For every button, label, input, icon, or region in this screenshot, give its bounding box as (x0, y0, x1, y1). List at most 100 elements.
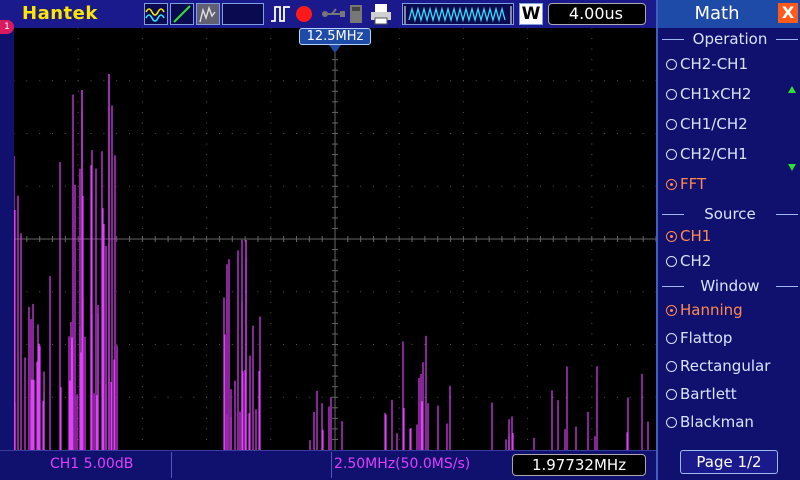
operation-option-ch1-div-ch2[interactable]: CH1/CH2 (666, 115, 748, 133)
grid-dot (77, 375, 79, 377)
grid-dot (398, 291, 400, 293)
window-option-hanning[interactable]: Hanning (666, 301, 743, 319)
grid-dot (578, 185, 580, 187)
grid-dot (616, 291, 618, 293)
grid-dot (270, 185, 272, 187)
grid-dot (206, 407, 208, 409)
radio-icon (666, 389, 677, 400)
grid-dot (77, 28, 79, 29)
grid-dot (462, 291, 464, 293)
radio-icon (666, 256, 677, 267)
grid-dot (270, 122, 272, 124)
grid-dot (527, 270, 529, 272)
grid-dot (437, 185, 439, 187)
grid-dot (398, 375, 400, 377)
grid-dot (206, 154, 208, 156)
grid-dot (283, 185, 285, 187)
center-frequency-marker[interactable]: 12.5MHz (299, 28, 371, 45)
top-status-bar: Hantek W 4.00us (0, 0, 656, 28)
grid-dot (206, 164, 208, 166)
grid-dot (77, 101, 79, 103)
grid-dot (565, 344, 567, 345)
grid-dot (141, 365, 143, 367)
grid-dot (398, 344, 400, 345)
grid-dot (398, 48, 400, 50)
grid-dot (398, 175, 400, 177)
grid-dot (501, 185, 503, 187)
grid-dot (629, 185, 631, 187)
grid-dot (462, 185, 464, 187)
grid-dot (629, 396, 631, 398)
grid-dot (141, 90, 143, 92)
status-divider (331, 452, 332, 478)
grid-dot (244, 133, 246, 134)
grid-dot (462, 101, 464, 103)
grid-dot (26, 185, 28, 187)
grid-dot (77, 396, 79, 398)
scroll-down-icon[interactable] (788, 164, 796, 171)
operation-option-ch1xch2[interactable]: CH1xCH2 (666, 85, 751, 103)
trigger-position-bar[interactable] (402, 3, 514, 25)
operation-option-ch2-ch1[interactable]: CH2-CH1 (666, 55, 748, 73)
grid-dot (141, 59, 143, 61)
operation-section-title: Operation (662, 30, 798, 48)
grid-dot (398, 28, 400, 29)
scroll-up-icon[interactable] (788, 86, 796, 93)
grid-dot (527, 375, 529, 377)
grid-dot (206, 301, 208, 303)
source-option-ch2[interactable]: CH2 (666, 252, 711, 270)
close-icon[interactable]: X (778, 3, 798, 23)
grid-dot (193, 185, 195, 187)
grid-dot (64, 185, 66, 187)
window-option-flattop[interactable]: Flattop (666, 329, 732, 347)
window-option-blackman[interactable]: Blackman (666, 413, 754, 431)
window-option-bartlett[interactable]: Bartlett (666, 385, 737, 403)
grid-dot (52, 291, 54, 293)
grid-dot (629, 291, 631, 293)
grid-dot (527, 175, 529, 177)
grid-dot (347, 133, 349, 134)
grid-dot (308, 80, 310, 82)
grid-dot (591, 122, 593, 124)
grid-dot (527, 407, 529, 409)
grid-dot (167, 344, 169, 345)
grid-dot (141, 133, 143, 134)
grid-dot (270, 312, 272, 314)
operation-option-fft[interactable]: FFT (666, 175, 706, 193)
grid-dot (347, 80, 349, 82)
grid-dot (141, 175, 143, 177)
grid-dot (244, 80, 246, 82)
grid-dot (552, 291, 554, 293)
grid-dot (527, 291, 529, 293)
grid-dot (591, 322, 593, 324)
grid-dot (141, 438, 143, 440)
grid-dot (385, 133, 387, 134)
grid-dot (206, 333, 208, 335)
grid-dot (308, 344, 310, 345)
grid-dot (398, 417, 400, 419)
grid-dot (193, 133, 195, 134)
grid-dot (77, 175, 79, 177)
grid-dot (77, 333, 79, 335)
grid-dot (141, 154, 143, 156)
cursor-icon[interactable] (170, 3, 194, 25)
grid-dot (270, 69, 272, 71)
grid-dot (270, 396, 272, 398)
grid-dot (475, 291, 477, 293)
persist-icon[interactable] (196, 3, 220, 25)
waveform-icon[interactable] (144, 3, 168, 25)
window-option-rectangular[interactable]: Rectangular (666, 357, 770, 375)
ch1-ref-marker[interactable]: 1 (0, 20, 14, 34)
grid-dot (77, 90, 79, 92)
empty-slot (222, 3, 264, 25)
page-button[interactable]: Page 1/2 (680, 450, 778, 474)
grid-dot (398, 206, 400, 208)
operation-option-ch2-div-ch1[interactable]: CH2/CH1 (666, 145, 748, 163)
grid-dot (206, 259, 208, 261)
grid-dot (398, 354, 400, 356)
grid-dot (270, 206, 272, 208)
grid-dot (193, 396, 195, 398)
source-option-ch1[interactable]: CH1 (666, 227, 711, 245)
grid-dot (52, 185, 54, 187)
grid-dot (527, 280, 529, 282)
